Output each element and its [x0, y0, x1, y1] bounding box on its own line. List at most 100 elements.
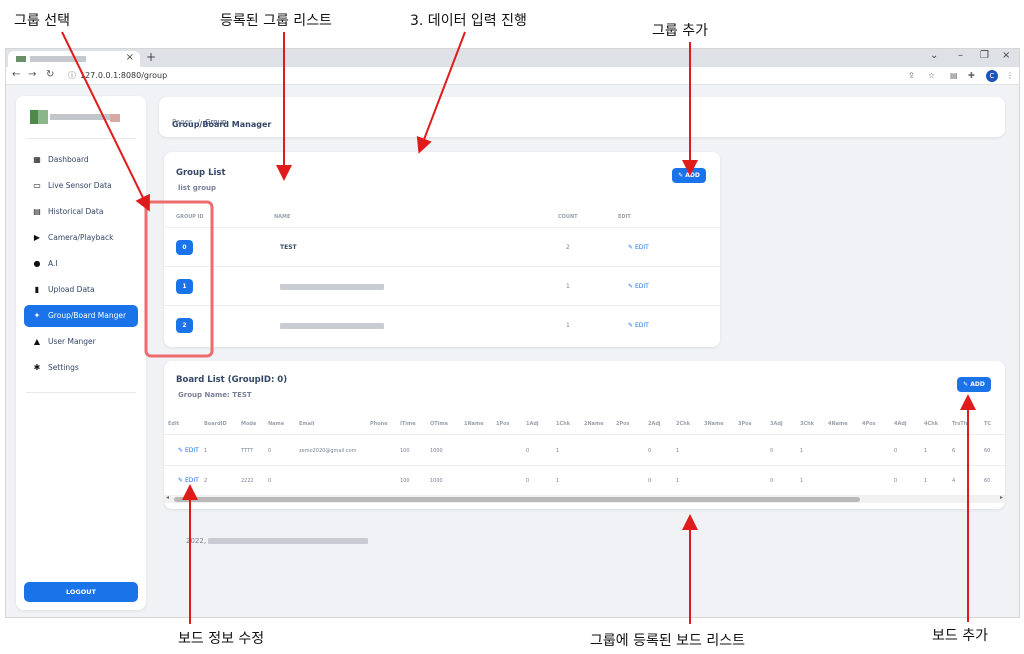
group-count: 1	[566, 283, 570, 290]
sidebar-item-dashboard[interactable]: ▦ Dashboard	[24, 149, 138, 171]
sidebar-item-upload-data[interactable]: ▮ Upload Data	[24, 279, 138, 301]
edit-group-button[interactable]: ✎ EDIT	[628, 244, 649, 251]
group-name-redacted	[280, 284, 384, 290]
board-column-header: Mode	[241, 421, 257, 427]
board-column-header: 3Name	[704, 421, 724, 427]
board-cell: 0	[894, 478, 898, 484]
board-column-header: Email	[299, 421, 315, 427]
board-column-header: 1Name	[464, 421, 484, 427]
board-column-header: 4Chk	[924, 421, 939, 427]
close-tab-icon[interactable]: ×	[126, 52, 134, 63]
add-board-button[interactable]: ✎ ADD	[957, 377, 991, 392]
board-column-header: TC	[984, 421, 992, 427]
sidebar-item-camera-playback[interactable]: ▶ Camera/Playback	[24, 227, 138, 249]
group-id-button[interactable]: 2	[176, 318, 193, 333]
scrollbar-thumb[interactable]	[174, 497, 860, 502]
board-cell: 0	[770, 478, 774, 484]
sidebar-item-settings[interactable]: ✱ Settings	[24, 357, 138, 379]
address-bar-row: ← → ↻ ⓘ 127.0.0.1:8080/group ⇪ ☆ ▤ ✚ C ⋮	[6, 67, 1019, 85]
board-cell: 0	[770, 448, 774, 454]
sidebar-divider	[26, 392, 136, 393]
board-cell: 1	[676, 478, 680, 484]
footer-redacted	[208, 538, 369, 544]
bookmark-star-icon[interactable]: ☆	[928, 71, 935, 80]
sidebar-item-label: Dashboard	[48, 155, 89, 164]
board-cell: 0	[894, 448, 898, 454]
reading-list-icon[interactable]: ▤	[950, 71, 958, 80]
info-icon[interactable]: ⓘ	[68, 69, 76, 83]
scroll-left-icon[interactable]: ◂	[166, 494, 169, 501]
sidebar-item-label: Settings	[48, 363, 79, 372]
board-column-header: 2Pos	[616, 421, 630, 427]
group-list-subtitle: list group	[178, 184, 217, 192]
annotation-select-group: 그룹 선택	[14, 13, 70, 29]
board-cell: 0	[526, 478, 530, 484]
column-header-count: COUNT	[558, 214, 578, 220]
browser-tab[interactable]: ×	[8, 51, 140, 67]
pencil-icon: ✎	[178, 477, 185, 484]
menu-icon[interactable]: ⋮	[1006, 71, 1014, 80]
share-icon[interactable]: ⇪	[908, 71, 915, 80]
annotation-edit-board: 보드 정보 수정	[178, 631, 265, 647]
board-column-header: OTime	[430, 421, 448, 427]
sidebar: ▦ Dashboard ▭ Live Sensor Data ▤ Historical D…	[16, 96, 146, 610]
horizontal-scrollbar[interactable]: ◂ ▸	[164, 494, 1005, 503]
sidebar-item-label: Live Sensor Data	[48, 181, 112, 190]
sidebar-item-group-board-manger[interactable]: ✦ Group/Board Manger	[24, 305, 138, 327]
board-cell: 1	[800, 448, 804, 454]
back-icon[interactable]: ←	[12, 69, 20, 80]
sidebar-item-label: Historical Data	[48, 207, 104, 216]
board-cell: 0	[268, 448, 272, 454]
gear-icon: ✱	[33, 363, 41, 372]
board-cell: 1	[800, 478, 804, 484]
board-cell: zemo2020@gmail.com	[299, 448, 357, 454]
sidebar-item-live-sensor-data[interactable]: ▭ Live Sensor Data	[24, 175, 138, 197]
scroll-right-icon[interactable]: ▸	[1000, 494, 1003, 501]
forward-icon[interactable]: →	[28, 69, 36, 80]
board-column-header: 2Chk	[676, 421, 691, 427]
page-title: Group/Board Manager	[172, 120, 272, 129]
new-tab-icon[interactable]: +	[146, 50, 156, 64]
sidebar-item-historical-data[interactable]: ▤ Historical Data	[24, 201, 138, 223]
reload-icon[interactable]: ↻	[46, 69, 54, 80]
board-column-header: 3Adj	[770, 421, 783, 427]
profile-avatar[interactable]: C	[986, 70, 998, 82]
board-cell: 1	[924, 478, 928, 484]
board-column-header: BoardID	[204, 421, 227, 427]
board-column-header: ITime	[400, 421, 416, 427]
board-cell: 1	[924, 448, 928, 454]
sidebar-item-label: Group/Board Manger	[48, 311, 127, 320]
column-header-group-id: GROUP ID	[176, 214, 204, 220]
add-group-button[interactable]: ✎ ADD	[672, 168, 706, 183]
board-cell: 1000	[430, 478, 443, 484]
group-icon: ✦	[33, 311, 41, 320]
logout-button[interactable]: LOGOUT	[24, 582, 138, 602]
restore-icon[interactable]: ❐	[980, 50, 989, 61]
close-window-icon[interactable]: ×	[1002, 50, 1010, 61]
url-field[interactable]: ⓘ 127.0.0.1:8080/group	[68, 69, 928, 83]
tab-search-icon[interactable]: ⌄	[930, 50, 938, 61]
group-name: TEST	[280, 244, 297, 251]
board-column-header: TrsTh	[952, 421, 968, 427]
sidebar-item-a-i[interactable]: ● A.I	[24, 253, 138, 275]
edit-group-button[interactable]: ✎ EDIT	[628, 322, 649, 329]
edit-group-button[interactable]: ✎ EDIT	[628, 283, 649, 290]
minimize-icon[interactable]: –	[958, 50, 963, 61]
extensions-icon[interactable]: ✚	[968, 71, 975, 80]
annotation-add-board: 보드 추가	[932, 628, 988, 644]
edit-board-button[interactable]: ✎ EDIT	[178, 477, 199, 484]
play-circle-icon: ▶	[33, 233, 41, 242]
board-cell: 4	[952, 478, 956, 484]
pencil-icon: ✎	[628, 322, 635, 329]
annotation-add-group: 그룹 추가	[652, 23, 708, 39]
group-name-redacted	[280, 323, 384, 329]
group-id-button[interactable]: 1	[176, 279, 193, 294]
board-column-header: 2Name	[584, 421, 604, 427]
sidebar-item-user-manger[interactable]: ▲ User Manger	[24, 331, 138, 353]
edit-board-button[interactable]: ✎ EDIT	[178, 447, 199, 454]
board-list-subtitle: Group Name: TEST	[178, 391, 252, 399]
board-cell: 60	[984, 478, 991, 484]
group-id-button[interactable]: 0	[176, 240, 193, 255]
sidebar-item-label: Camera/Playback	[48, 233, 114, 242]
board-column-header: 4Name	[828, 421, 848, 427]
